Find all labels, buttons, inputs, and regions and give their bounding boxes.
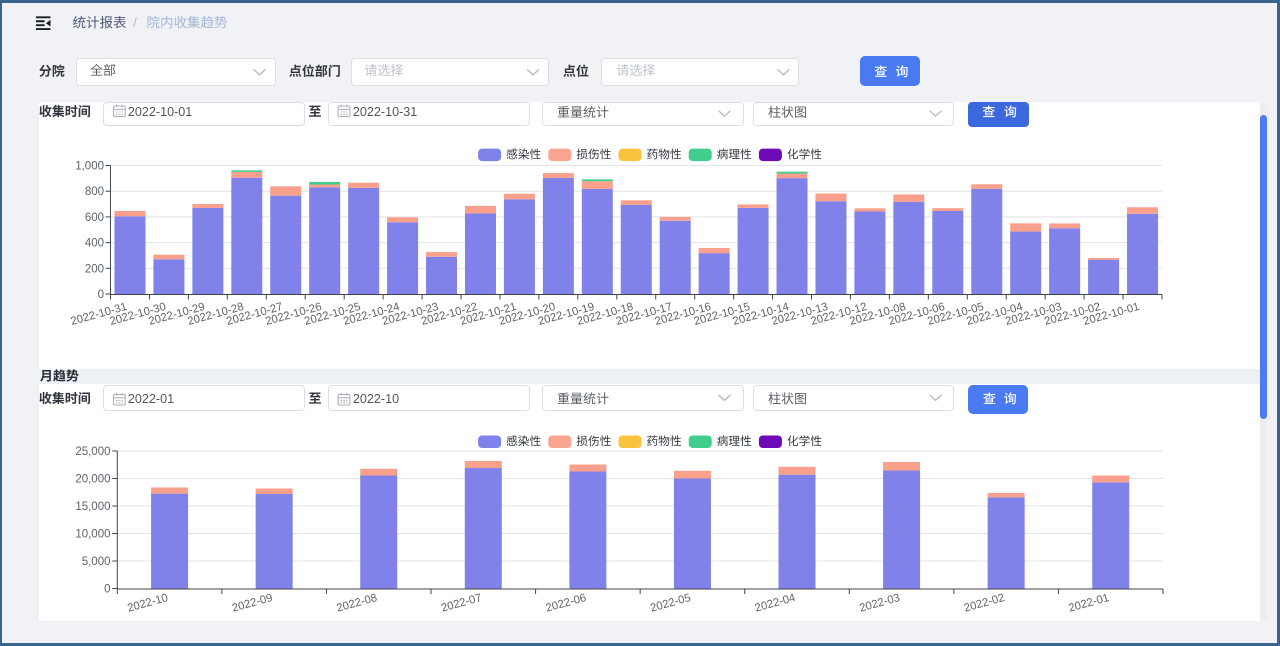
svg-text:2022-05: 2022-05 (649, 592, 692, 615)
svg-text:0: 0 (98, 289, 104, 301)
svg-text:800: 800 (85, 186, 104, 198)
svg-text:2022-04: 2022-04 (754, 592, 797, 615)
svg-text:25,000: 25,000 (75, 446, 110, 458)
svg-text:1,000: 1,000 (75, 161, 104, 173)
svg-text:2022-10: 2022-10 (353, 392, 399, 406)
svg-text:15,000: 15,000 (75, 501, 110, 513)
svg-text:600: 600 (85, 212, 104, 224)
svg-text:2022-01: 2022-01 (128, 392, 174, 406)
svg-text:2022-06: 2022-06 (545, 592, 588, 615)
svg-text:5,000: 5,000 (82, 556, 111, 568)
svg-text:2022-02: 2022-02 (963, 592, 1006, 615)
svg-text:2022-09: 2022-09 (231, 592, 274, 615)
svg-text:2022-01: 2022-01 (1067, 592, 1110, 615)
svg-text:/: / (133, 15, 137, 30)
svg-text:2022-07: 2022-07 (440, 592, 483, 615)
svg-text:200: 200 (85, 263, 104, 275)
svg-text:2022-08: 2022-08 (335, 592, 378, 615)
svg-text:2022-10: 2022-10 (126, 592, 169, 615)
svg-text:10,000: 10,000 (75, 529, 110, 541)
svg-text:2022-10-31: 2022-10-31 (353, 105, 417, 119)
svg-text:2022-10-01: 2022-10-01 (128, 105, 192, 119)
svg-text:0: 0 (104, 584, 110, 596)
svg-text:400: 400 (85, 238, 104, 250)
svg-text:20,000: 20,000 (75, 474, 110, 486)
svg-text:2022-03: 2022-03 (858, 592, 901, 615)
